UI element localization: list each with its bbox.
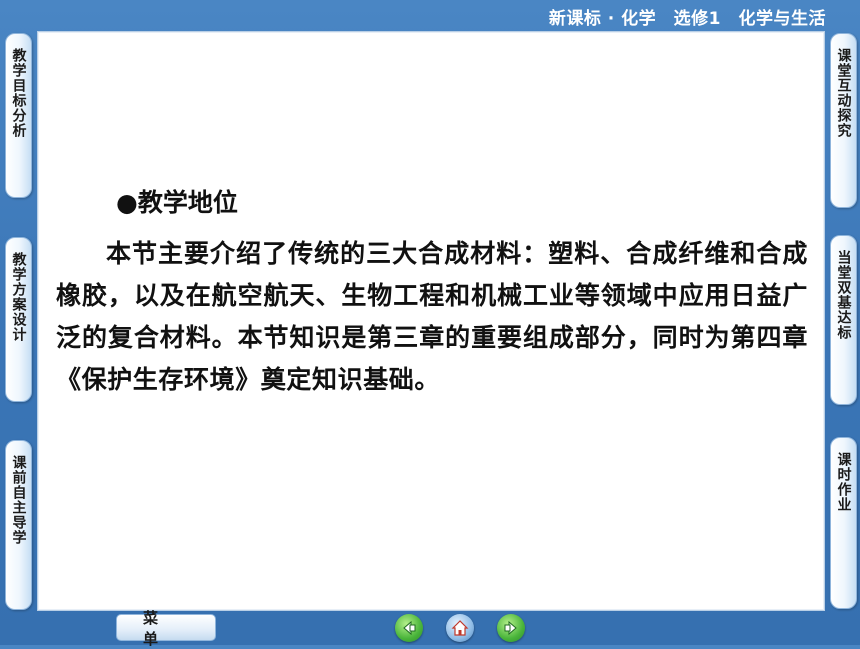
tab-label: 课堂互动探究 [835, 48, 852, 138]
tab-homework[interactable]: 课时作业 [830, 437, 857, 609]
tab-teaching-objectives[interactable]: 教学目标分析 [5, 33, 32, 198]
tab-label: 课前自主导学 [10, 455, 27, 545]
tab-label: 教学目标分析 [10, 48, 27, 138]
body-paragraph: 本节主要介绍了传统的三大合成材料：塑料、合成纤维和合成橡胶，以及在航空航天、生物… [56, 239, 808, 394]
next-icon [504, 620, 517, 636]
previous-button[interactable] [395, 614, 423, 642]
tab-label: 当堂双基达标 [835, 250, 852, 340]
next-button[interactable] [497, 614, 525, 642]
home-icon [451, 620, 469, 636]
tab-teaching-plan[interactable]: 教学方案设计 [5, 237, 32, 402]
tab-label: 课时作业 [835, 452, 852, 512]
home-button[interactable] [446, 614, 474, 642]
tab-label: 教学方案设计 [10, 252, 27, 342]
tab-pre-class-study[interactable]: 课前自主导学 [5, 440, 32, 610]
section-heading: ●教学地位 [116, 188, 238, 217]
content-panel: ●教学地位 本节主要介绍了传统的三大合成材料：塑料、合成纤维和合成橡胶，以及在航… [37, 31, 825, 611]
previous-icon [403, 620, 416, 636]
tab-classroom-interaction[interactable]: 课堂互动探究 [830, 33, 857, 208]
course-title: 新课标 · 化学 选修1 化学与生活 [548, 9, 826, 29]
menu-button[interactable]: 菜单 [116, 609, 216, 648]
tab-in-class-assessment[interactable]: 当堂双基达标 [830, 235, 857, 405]
